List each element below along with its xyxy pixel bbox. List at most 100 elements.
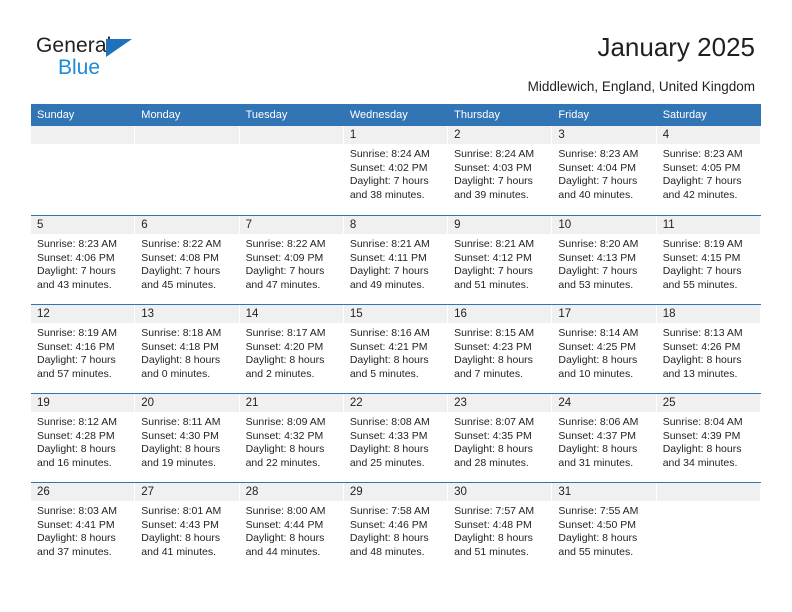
day-number: 19	[37, 397, 50, 409]
daylight-text: Daylight: 7 hours	[662, 265, 742, 278]
day-number-band: 30	[448, 483, 553, 501]
calendar-week-row: 12 Sunrise: 8:19 AM Sunset: 4:16 PM Dayligh…	[31, 304, 761, 393]
sunset-text: Sunset: 4:32 PM	[245, 429, 324, 442]
calendar-day-cell[interactable]: 3 Sunrise: 8:23 AM Sunset: 4:04 PM Daylight…	[552, 126, 657, 215]
daylight-text-cont: and 48 minutes.	[349, 545, 425, 558]
sunrise-text: Sunrise: 8:23 AM	[558, 148, 639, 160]
day-details: Sunrise: 8:08 AM Sunset: 4:33 PM Daylight:…	[344, 412, 448, 470]
day-number: 21	[245, 397, 259, 409]
day-number: 27	[141, 486, 155, 498]
daylight-text-cont: and 43 minutes.	[37, 278, 112, 291]
day-details: Sunrise: 8:18 AM Sunset: 4:18 PM Daylight:…	[135, 323, 239, 381]
day-number: 16	[454, 308, 467, 320]
day-number-band: 18	[656, 305, 761, 323]
day-number: 11	[662, 219, 675, 231]
sunset-text: Sunset: 4:03 PM	[454, 161, 532, 174]
daylight-text-cont: and 57 minutes.	[37, 367, 112, 380]
day-number: 20	[141, 397, 155, 409]
calendar-day-cell[interactable]: 2 Sunrise: 8:24 AM Sunset: 4:03 PM Daylight…	[448, 126, 553, 215]
calendar-day-cell[interactable]: 18 Sunrise: 8:13 AM Sunset: 4:26 PM Dayligh…	[656, 305, 761, 393]
daylight-text-cont: and 13 minutes.	[662, 367, 738, 380]
daylight-text: Daylight: 8 hours	[454, 443, 533, 456]
daylight-text: Daylight: 7 hours	[662, 175, 742, 188]
daylight-text-cont: and 2 minutes.	[245, 367, 315, 380]
calendar-day-cell[interactable]: 17 Sunrise: 8:14 AM Sunset: 4:25 PM Dayligh…	[552, 305, 657, 393]
calendar-day-cell[interactable]: 19 Sunrise: 8:12 AM Sunset: 4:28 PM Dayligh…	[31, 394, 136, 482]
day-number-band: 29	[343, 483, 449, 501]
calendar-day-cell[interactable]: 28 Sunrise: 8:00 AM Sunset: 4:44 PM Dayligh…	[239, 483, 344, 571]
calendar-day-cell[interactable]: 9 Sunrise: 8:21 AM Sunset: 4:12 PM Daylight…	[448, 216, 553, 304]
calendar-day-cell[interactable]: 29 Sunrise: 7:58 AM Sunset: 4:46 PM Dayligh…	[343, 483, 449, 571]
day-number: 9	[454, 219, 461, 231]
daylight-text: Daylight: 7 hours	[558, 175, 638, 188]
day-number-band	[135, 126, 240, 144]
calendar-day-cell[interactable]: 21 Sunrise: 8:09 AM Sunset: 4:32 PM Dayligh…	[239, 394, 344, 482]
day-number: 10	[558, 219, 572, 231]
calendar-day-cell[interactable]: 24 Sunrise: 8:06 AM Sunset: 4:37 PM Dayligh…	[552, 394, 657, 482]
calendar-day-cell[interactable]: 22 Sunrise: 8:08 AM Sunset: 4:33 PM Dayligh…	[343, 394, 449, 482]
day-number-band: 4	[656, 126, 761, 144]
sunset-text: Sunset: 4:25 PM	[558, 340, 637, 353]
calendar-day-cell[interactable]: 27 Sunrise: 8:01 AM Sunset: 4:43 PM Dayligh…	[135, 483, 240, 571]
day-number-band	[31, 126, 136, 144]
generalblue-logo[interactable]: General Blue	[36, 34, 236, 84]
day-details: Sunrise: 8:23 AM Sunset: 4:06 PM Daylight:…	[31, 234, 135, 292]
calendar-day-cell[interactable]: 15 Sunrise: 8:16 AM Sunset: 4:21 PM Dayligh…	[343, 305, 449, 393]
calendar-day-cell[interactable]: 14 Sunrise: 8:17 AM Sunset: 4:20 PM Dayligh…	[239, 305, 344, 393]
day-number-band: 27	[135, 483, 240, 501]
day-details: Sunrise: 8:17 AM Sunset: 4:20 PM Daylight:…	[240, 323, 344, 381]
calendar-week-row: 26 Sunrise: 8:03 AM Sunset: 4:41 PM Dayligh…	[31, 482, 761, 571]
calendar-day-cell[interactable]: 4 Sunrise: 8:23 AM Sunset: 4:05 PM Daylight…	[656, 126, 761, 215]
calendar-week-row: 1 Sunrise: 8:24 AM Sunset: 4:02 PM Daylight…	[31, 126, 761, 215]
day-number: 3	[558, 129, 565, 141]
calendar-day-cell[interactable]: 13 Sunrise: 8:18 AM Sunset: 4:18 PM Dayligh…	[135, 305, 240, 393]
daylight-text: Daylight: 8 hours	[662, 443, 742, 456]
day-details: Sunrise: 8:21 AM Sunset: 4:12 PM Daylight:…	[448, 234, 552, 292]
calendar-day-cell[interactable]: 11 Sunrise: 8:19 AM Sunset: 4:15 PM Dayligh…	[656, 216, 761, 304]
sunrise-text: Sunrise: 8:11 AM	[141, 416, 221, 428]
calendar-day-cell[interactable]: 8 Sunrise: 8:21 AM Sunset: 4:11 PM Daylight…	[343, 216, 449, 304]
calendar-page: General Blue January 2025 Middlewich, En…	[0, 0, 792, 612]
day-number-band: 23	[448, 394, 553, 412]
daylight-text-cont: and 16 minutes.	[37, 456, 112, 469]
day-details: Sunrise: 8:13 AM Sunset: 4:26 PM Daylight:…	[657, 323, 761, 381]
calendar-day-cell[interactable]: 30 Sunrise: 7:57 AM Sunset: 4:48 PM Dayligh…	[448, 483, 553, 571]
sunrise-text: Sunrise: 8:01 AM	[141, 505, 222, 517]
day-details: Sunrise: 8:16 AM Sunset: 4:21 PM Daylight:…	[344, 323, 448, 381]
calendar-day-cell[interactable]: 31 Sunrise: 7:55 AM Sunset: 4:50 PM Dayligh…	[552, 483, 657, 571]
sunrise-text: Sunrise: 8:06 AM	[558, 416, 639, 428]
daylight-text-cont: and 25 minutes.	[349, 456, 425, 469]
calendar-day-cell[interactable]: 1 Sunrise: 8:24 AM Sunset: 4:02 PM Daylight…	[343, 126, 449, 215]
calendar-day-cell[interactable]: 12 Sunrise: 8:19 AM Sunset: 4:16 PM Dayligh…	[31, 305, 136, 393]
calendar-day-cell[interactable]: 7 Sunrise: 8:22 AM Sunset: 4:09 PM Daylight…	[239, 216, 344, 304]
calendar-day-cell[interactable]: 6 Sunrise: 8:22 AM Sunset: 4:08 PM Daylight…	[135, 216, 240, 304]
day-number-band: 13	[135, 305, 240, 323]
calendar-day-cell[interactable]: 23 Sunrise: 8:07 AM Sunset: 4:35 PM Dayligh…	[448, 394, 553, 482]
day-number: 12	[37, 308, 50, 320]
day-number: 26	[37, 486, 50, 498]
calendar-day-cell[interactable]: 26 Sunrise: 8:03 AM Sunset: 4:41 PM Dayligh…	[31, 483, 136, 571]
calendar-day-cell[interactable]: 5 Sunrise: 8:23 AM Sunset: 4:06 PM Daylight…	[31, 216, 136, 304]
day-number: 6	[141, 219, 148, 231]
daylight-text: Daylight: 7 hours	[349, 175, 429, 188]
calendar-day-cell[interactable]: 25 Sunrise: 8:04 AM Sunset: 4:39 PM Dayligh…	[656, 394, 761, 482]
day-details: Sunrise: 8:15 AM Sunset: 4:23 PM Daylight:…	[448, 323, 552, 381]
calendar-day-cell[interactable]: 20 Sunrise: 8:11 AM Sunset: 4:30 PM Dayligh…	[135, 394, 240, 482]
day-number-band: 3	[552, 126, 657, 144]
sunrise-text: Sunrise: 8:24 AM	[454, 148, 535, 160]
day-number: 17	[558, 308, 572, 320]
day-number: 1	[349, 129, 357, 141]
sunset-text: Sunset: 4:44 PM	[245, 518, 324, 531]
sunrise-text: Sunrise: 8:13 AM	[662, 327, 743, 339]
daylight-text-cont: and 37 minutes.	[37, 545, 112, 558]
calendar-day-cell-empty	[239, 126, 344, 215]
day-details: Sunrise: 8:09 AM Sunset: 4:32 PM Daylight:…	[240, 412, 344, 470]
calendar-day-cell[interactable]: 10 Sunrise: 8:20 AM Sunset: 4:13 PM Dayligh…	[552, 216, 657, 304]
day-number-band: 26	[31, 483, 136, 501]
calendar-day-cell[interactable]: 16 Sunrise: 8:15 AM Sunset: 4:23 PM Dayligh…	[448, 305, 553, 393]
day-number-band: 5	[31, 216, 136, 234]
day-details: Sunrise: 8:22 AM Sunset: 4:09 PM Daylight:…	[240, 234, 344, 292]
day-number-band	[239, 126, 344, 144]
daylight-text-cont: and 44 minutes.	[245, 545, 321, 558]
day-details: Sunrise: 8:03 AM Sunset: 4:41 PM Daylight:…	[31, 501, 135, 559]
